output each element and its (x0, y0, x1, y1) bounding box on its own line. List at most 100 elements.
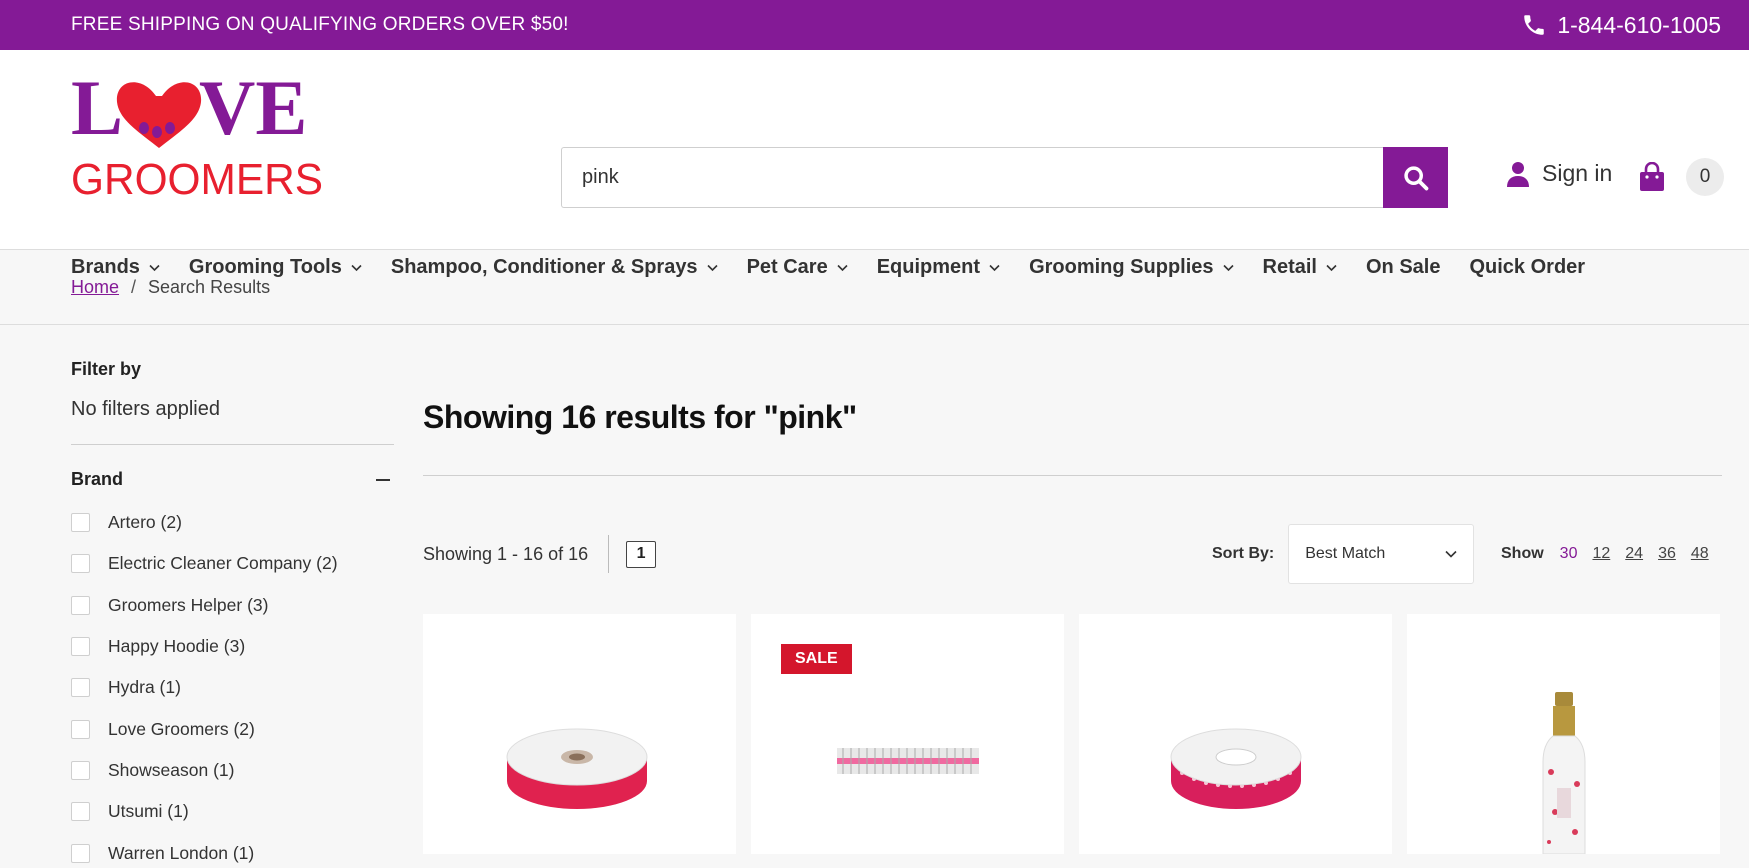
checkbox[interactable] (71, 595, 90, 615)
chevron-down-icon (837, 264, 848, 271)
nav-item-pet-care[interactable]: Pet Care (747, 256, 848, 279)
per-page-option[interactable]: 36 (1658, 545, 1676, 563)
brand-filter-option[interactable]: Groomers Helper (3) (71, 585, 394, 626)
per-page-option[interactable]: 24 (1625, 545, 1643, 563)
per-page-option[interactable]: 12 (1592, 545, 1610, 563)
pink-ribbon-spool-image (506, 728, 648, 809)
pink-polka-ribbon-spool-image (1170, 728, 1302, 809)
checkbox[interactable] (71, 719, 90, 739)
per-page-option[interactable]: 30 (1560, 545, 1578, 563)
nav-label: On Sale (1365, 256, 1441, 278)
cart-button[interactable]: 0 (1638, 158, 1724, 196)
nav-item-brands[interactable]: Brands (71, 256, 160, 279)
product-card[interactable]: SALE (751, 614, 1064, 854)
checkbox[interactable] (71, 513, 90, 533)
pink-comb-image (837, 748, 979, 774)
divider (423, 475, 1722, 476)
nav-item-on-sale[interactable]: On Sale (1366, 256, 1440, 279)
checkbox[interactable] (71, 678, 90, 698)
nav-label: Retail (1262, 256, 1317, 278)
brand-label: Hydra (1) (108, 677, 181, 698)
spray-bottle-image (1542, 692, 1586, 854)
brand-filter-option[interactable]: Artero (2) (71, 502, 394, 543)
svg-text:GROOMERS: GROOMERS (71, 155, 323, 198)
promo-bar: FREE SHIPPING ON QUALIFYING ORDERS OVER … (0, 0, 1749, 50)
cart-count-badge: 0 (1686, 158, 1724, 196)
results-count: Showing 1 - 16 of 16 (423, 535, 610, 573)
brand-filter-option[interactable]: Happy Hoodie (3) (71, 626, 394, 667)
brand-label: Showseason (1) (108, 759, 235, 780)
nav-item-grooming-supplies[interactable]: Grooming Supplies (1029, 256, 1234, 279)
nav-item-grooming-tools[interactable]: Grooming Tools (189, 256, 362, 279)
chevron-down-icon (1222, 264, 1234, 271)
product-card[interactable] (1079, 614, 1392, 854)
nav-item-quick-order[interactable]: Quick Order (1469, 256, 1585, 279)
nav-label: Quick Order (1469, 256, 1586, 278)
sort-label: Sort By: (1212, 545, 1275, 562)
sale-badge: SALE (781, 644, 852, 674)
breadcrumb-home-link[interactable]: Home (71, 277, 119, 298)
nav-label: Shampoo, Conditioner & Sprays (390, 256, 698, 278)
search-input[interactable] (561, 147, 1383, 208)
sort-value: Best Match (1305, 545, 1386, 562)
sort-control: Sort By: Best Match (1212, 524, 1475, 584)
chevron-down-icon (706, 264, 718, 271)
brand-label: Utsumi (1) (108, 801, 189, 822)
sign-in-link[interactable]: Sign in (1506, 160, 1612, 187)
brand-label: Electric Cleaner Company (2) (108, 553, 338, 574)
nav-label: Grooming Supplies (1029, 256, 1214, 278)
brand-filter-option[interactable]: Electric Cleaner Company (2) (71, 543, 394, 584)
pagination-current-page[interactable]: 1 (626, 540, 657, 568)
brand-filter-option[interactable]: Utsumi (1) (71, 791, 394, 832)
chevron-down-icon (989, 264, 1000, 271)
checkbox[interactable] (71, 554, 90, 574)
sign-in-label: Sign in (1542, 160, 1613, 186)
results-heading: Showing 16 results for "pink" (423, 399, 857, 435)
nav-label: Equipment (876, 256, 981, 278)
main-nav: Brands Grooming Tools Shampoo, Condition… (71, 256, 1614, 279)
collapse-minus-icon (376, 478, 390, 481)
promo-text: FREE SHIPPING ON QUALIFYING ORDERS OVER … (71, 14, 569, 35)
per-page-option[interactable]: 48 (1691, 545, 1709, 563)
brand-filter-option[interactable]: Love Groomers (2) (71, 708, 394, 749)
checkbox[interactable] (71, 760, 90, 780)
chevron-down-icon (1326, 264, 1337, 271)
search-icon (1403, 165, 1428, 190)
chevron-down-icon (1445, 550, 1457, 558)
brand-filter-option[interactable]: Hydra (1) (71, 667, 394, 708)
brand-filter-toggle[interactable]: Brand (71, 469, 394, 490)
love-groomers-logo[interactable]: L VE GROOMERS (71, 66, 323, 198)
filter-title: Filter by (71, 359, 142, 379)
nav-item-retail[interactable]: Retail (1263, 256, 1337, 279)
product-card[interactable] (423, 614, 736, 854)
phone-link[interactable]: 1-844-610-1005 (1521, 12, 1721, 39)
show-label: Show (1501, 545, 1544, 562)
search-bar (561, 147, 1448, 208)
phone-number: 1-844-610-1005 (1557, 11, 1721, 38)
product-grid: SALE (423, 614, 1722, 854)
filter-sidebar: Filter by No filters applied Brand Arter… (71, 325, 394, 868)
brand-label: Warren London (1) (108, 842, 255, 863)
nav-item-shampoo[interactable]: Shampoo, Conditioner & Sprays (391, 256, 718, 279)
results-toolbar: Showing 1 - 16 of 16 1 Sort By: Best Mat… (423, 524, 1722, 584)
checkbox[interactable] (71, 802, 90, 822)
results-area: Showing 16 results for "pink" Showing 1 … (423, 325, 1722, 854)
brand-filter-option[interactable]: Warren London (1) (71, 832, 394, 868)
sort-select[interactable]: Best Match (1288, 524, 1475, 584)
brand-filter-list: Artero (2) Electric Cleaner Company (2) … (71, 502, 394, 868)
product-card[interactable] (1407, 614, 1720, 854)
brand-label: Happy Hoodie (3) (108, 636, 246, 657)
brand-filter-option[interactable]: Showseason (1) (71, 750, 394, 791)
shopping-bag-icon (1640, 162, 1664, 191)
search-button[interactable] (1383, 147, 1448, 208)
nav-item-equipment[interactable]: Equipment (877, 256, 1000, 279)
nav-label: Pet Care (746, 256, 828, 278)
breadcrumb-separator: / (131, 276, 137, 297)
phone-icon (1524, 15, 1545, 35)
chevron-down-icon (149, 264, 160, 271)
checkbox[interactable] (71, 843, 90, 863)
per-page-control: Show 30 12 24 36 48 (1501, 545, 1724, 563)
svg-text:L: L (71, 66, 123, 151)
checkbox[interactable] (71, 637, 90, 657)
brand-label: Artero (2) (108, 512, 182, 533)
